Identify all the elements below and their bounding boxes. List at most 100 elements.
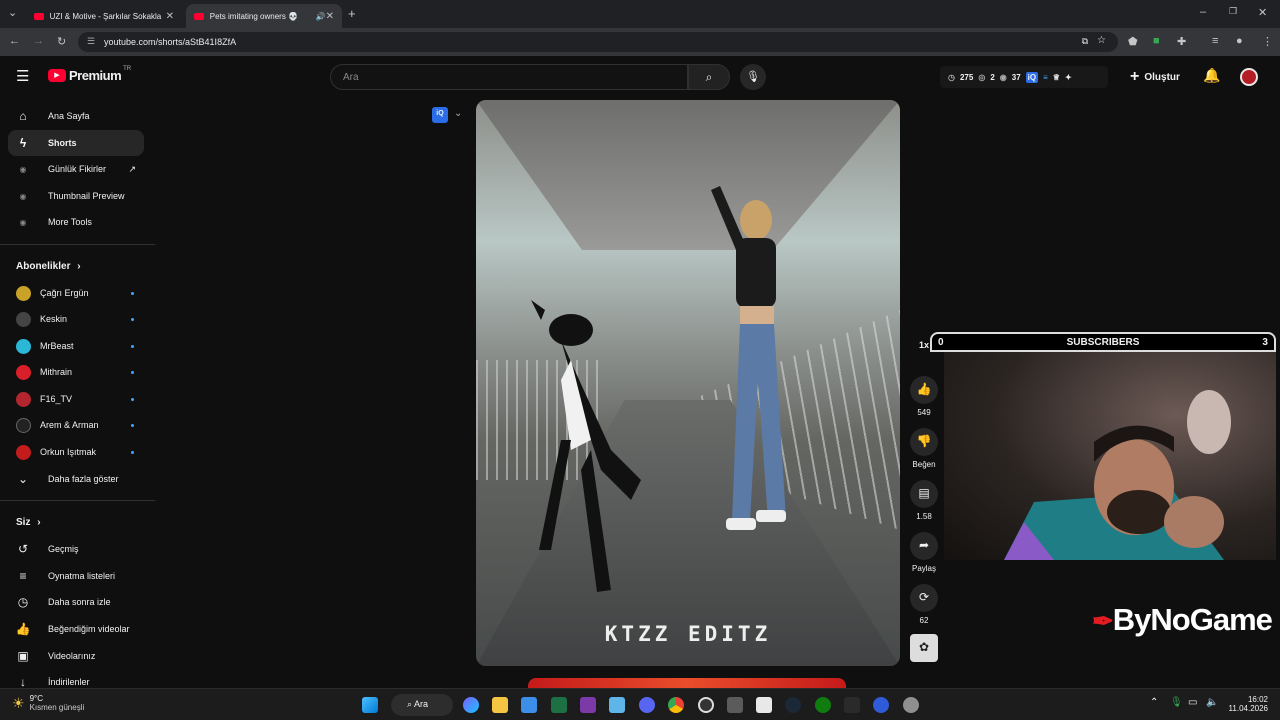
shield-extension-icon[interactable]: ⬟ xyxy=(1128,35,1138,48)
volume-icon[interactable]: 🔈 xyxy=(1206,697,1218,708)
microphone-tray-icon[interactable]: 🎙 xyxy=(1170,697,1183,708)
chrome-icon[interactable] xyxy=(668,697,684,713)
bookmark-star-icon[interactable]: ☆ xyxy=(1097,35,1106,46)
sidebar-item-sub[interactable]: Mithrain xyxy=(8,359,144,385)
weather-widget[interactable]: ☀ 9°C Kısmen güneşli xyxy=(12,694,84,712)
tray-chevron-icon[interactable]: ⌃ xyxy=(1150,697,1158,708)
sidebar-item-history[interactable]: ↺ Geçmiş xyxy=(8,536,144,562)
sidebar-item-liked-videos[interactable]: 👍 Beğendiğim videolar xyxy=(8,616,144,642)
close-tab-icon[interactable]: ✕ xyxy=(326,11,334,22)
sidebar-item-sub[interactable]: Keskin xyxy=(8,306,144,332)
profile-avatar[interactable]: ● xyxy=(1236,35,1243,47)
sidebar-item-sub[interactable]: Çağrı Ergün xyxy=(8,280,144,306)
clock[interactable]: 16:02 11.04.2026 xyxy=(1226,695,1268,713)
avatar xyxy=(16,364,31,380)
search-button[interactable]: ⌕ xyxy=(688,64,730,90)
sidebar-item-label: Mithrain xyxy=(40,367,73,377)
taskbar-search[interactable]: ⌕ Ara xyxy=(391,694,453,716)
app-icon[interactable] xyxy=(903,697,919,713)
divider xyxy=(0,244,155,245)
sidebar-item-gunluk-fikirler[interactable]: ◉ Günlük Fikirler ↗ xyxy=(8,156,144,182)
vidiq-stats-bar[interactable]: ◷ 275 ◎ 2 ◉ 37 iQ ≡ ♕ ✦ xyxy=(940,66,1108,88)
chevron-down-icon[interactable]: ⌄ xyxy=(454,108,462,119)
steam-icon[interactable] xyxy=(785,697,801,713)
sidebar-item-thumbnail-preview[interactable]: ◉ Thumbnail Preview xyxy=(8,183,144,209)
sidebar-item-sub[interactable]: F16_TV xyxy=(8,386,144,412)
subscriptions-heading[interactable]: Abonelikler › xyxy=(16,261,81,272)
new-content-dot xyxy=(131,397,134,401)
install-icon[interactable]: ⧉ xyxy=(1082,36,1088,47)
forward-icon[interactable]: → xyxy=(33,35,44,47)
channel-avatar[interactable] xyxy=(1240,68,1258,86)
search-input[interactable]: Ara xyxy=(330,64,688,90)
xbox-icon[interactable] xyxy=(815,697,831,713)
calculator-icon[interactable] xyxy=(727,697,743,713)
vidiq-badge-icon[interactable]: iQ xyxy=(432,107,448,123)
sidebar-item-label: Daha sonra izle xyxy=(48,597,111,607)
extensions-puzzle-icon[interactable]: ✚ xyxy=(1177,35,1186,48)
you-heading[interactable]: Siz › xyxy=(16,517,41,528)
url-field[interactable]: ☰ youtube.com/shorts/aStB41I8ZfA ⧉ ☆ xyxy=(78,32,1118,52)
ea-app-icon[interactable] xyxy=(873,697,889,713)
network-icon[interactable]: ▭ xyxy=(1188,697,1197,708)
sidebar-item-sub[interactable]: Orkun Işıtmak xyxy=(8,439,144,465)
sidebar-item-home[interactable]: ⌂ Ana Sayfa xyxy=(8,103,144,129)
copilot-icon[interactable] xyxy=(463,697,479,713)
media-app-icon[interactable] xyxy=(756,697,772,713)
create-button[interactable]: + Oluştur xyxy=(1130,68,1180,86)
maximize-icon[interactable]: ❐ xyxy=(1229,6,1237,17)
youtube-favicon-icon xyxy=(34,12,44,20)
new-tab-icon[interactable]: + xyxy=(348,6,356,21)
new-content-dot xyxy=(131,450,134,454)
shorts-video-player[interactable]: KTZZ EDITZ xyxy=(476,100,900,666)
reload-icon[interactable]: ↻ xyxy=(57,35,66,48)
remix-button[interactable]: ⟳ 62 xyxy=(906,584,942,625)
youtube-logo[interactable]: ▶ Premium TR xyxy=(48,65,132,83)
notepad-icon[interactable] xyxy=(609,697,625,713)
vidiq-icon: ◉ xyxy=(19,217,27,227)
tab-uzi-motive[interactable]: UZI & Motive - Şarkılar Sokakla ✕ xyxy=(26,4,182,28)
brand-label: Premium xyxy=(69,68,122,83)
chrome-menu-icon[interactable]: ⋮ xyxy=(1262,35,1273,48)
browser-tab-bar: ⌄ UZI & Motive - Şarkılar Sokakla ✕ Pets… xyxy=(0,0,1280,28)
onenote-icon[interactable] xyxy=(580,697,596,713)
obs-icon[interactable] xyxy=(698,697,714,713)
chevron-down-icon: ⌄ xyxy=(17,472,29,486)
sidebar-item-more-tools[interactable]: ◉ More Tools xyxy=(8,209,144,235)
tab-pets-imitating[interactable]: Pets imitating owners 💀 🔊 ✕ xyxy=(186,4,342,28)
windows-start-icon[interactable] xyxy=(362,697,378,713)
sidebar-item-playlists[interactable]: ≡ Oynatma listeleri xyxy=(8,563,144,589)
show-more-button[interactable]: ⌄ Daha fazla göster xyxy=(8,466,144,492)
tab-list-icon[interactable]: ⌄ xyxy=(8,6,17,19)
subscriber-counter-goal: 3 xyxy=(1262,336,1268,348)
next-short-preview[interactable] xyxy=(528,678,846,688)
sidebar-item-shorts[interactable]: ϟ Shorts xyxy=(8,130,144,156)
sidebar-item-watch-later[interactable]: ◷ Daha sonra izle xyxy=(8,589,144,615)
epic-games-icon[interactable] xyxy=(844,697,860,713)
speaker-icon[interactable]: 🔊 xyxy=(316,12,326,21)
close-tab-icon[interactable]: ✕ xyxy=(166,11,174,22)
file-explorer-icon[interactable] xyxy=(492,697,508,713)
media-icon[interactable]: ≡ xyxy=(1212,35,1218,47)
hamburger-menu-icon[interactable]: ☰ xyxy=(16,67,29,85)
sidebar-item-label: Arem & Arman xyxy=(40,420,99,430)
voice-search-button[interactable]: 🎙 xyxy=(740,64,766,90)
sidebar-item-sub[interactable]: Arem & Arman xyxy=(8,412,144,438)
notifications-bell-icon[interactable]: 🔔 xyxy=(1203,67,1220,84)
excel-icon[interactable] xyxy=(551,697,567,713)
video-dog-figure xyxy=(531,300,641,592)
minimize-icon[interactable]: – xyxy=(1200,6,1206,18)
sparkle-icon: ✦ xyxy=(1064,72,1072,82)
sidebar-item-label: Çağrı Ergün xyxy=(40,288,89,298)
store-icon[interactable] xyxy=(521,697,537,713)
region-code: TR xyxy=(123,65,132,72)
site-info-icon[interactable]: ☰ xyxy=(87,36,95,47)
discord-icon[interactable] xyxy=(639,697,655,713)
video-person-figure xyxy=(711,186,786,530)
sound-avatar[interactable]: ✿ xyxy=(906,634,942,666)
back-icon[interactable]: ← xyxy=(9,35,20,47)
close-window-icon[interactable]: ✕ xyxy=(1258,6,1267,19)
green-extension-icon[interactable]: ■ xyxy=(1153,35,1160,47)
sidebar-item-sub[interactable]: MrBeast xyxy=(8,333,144,359)
sidebar-item-your-videos[interactable]: ▣ Videolarınız xyxy=(8,643,144,669)
